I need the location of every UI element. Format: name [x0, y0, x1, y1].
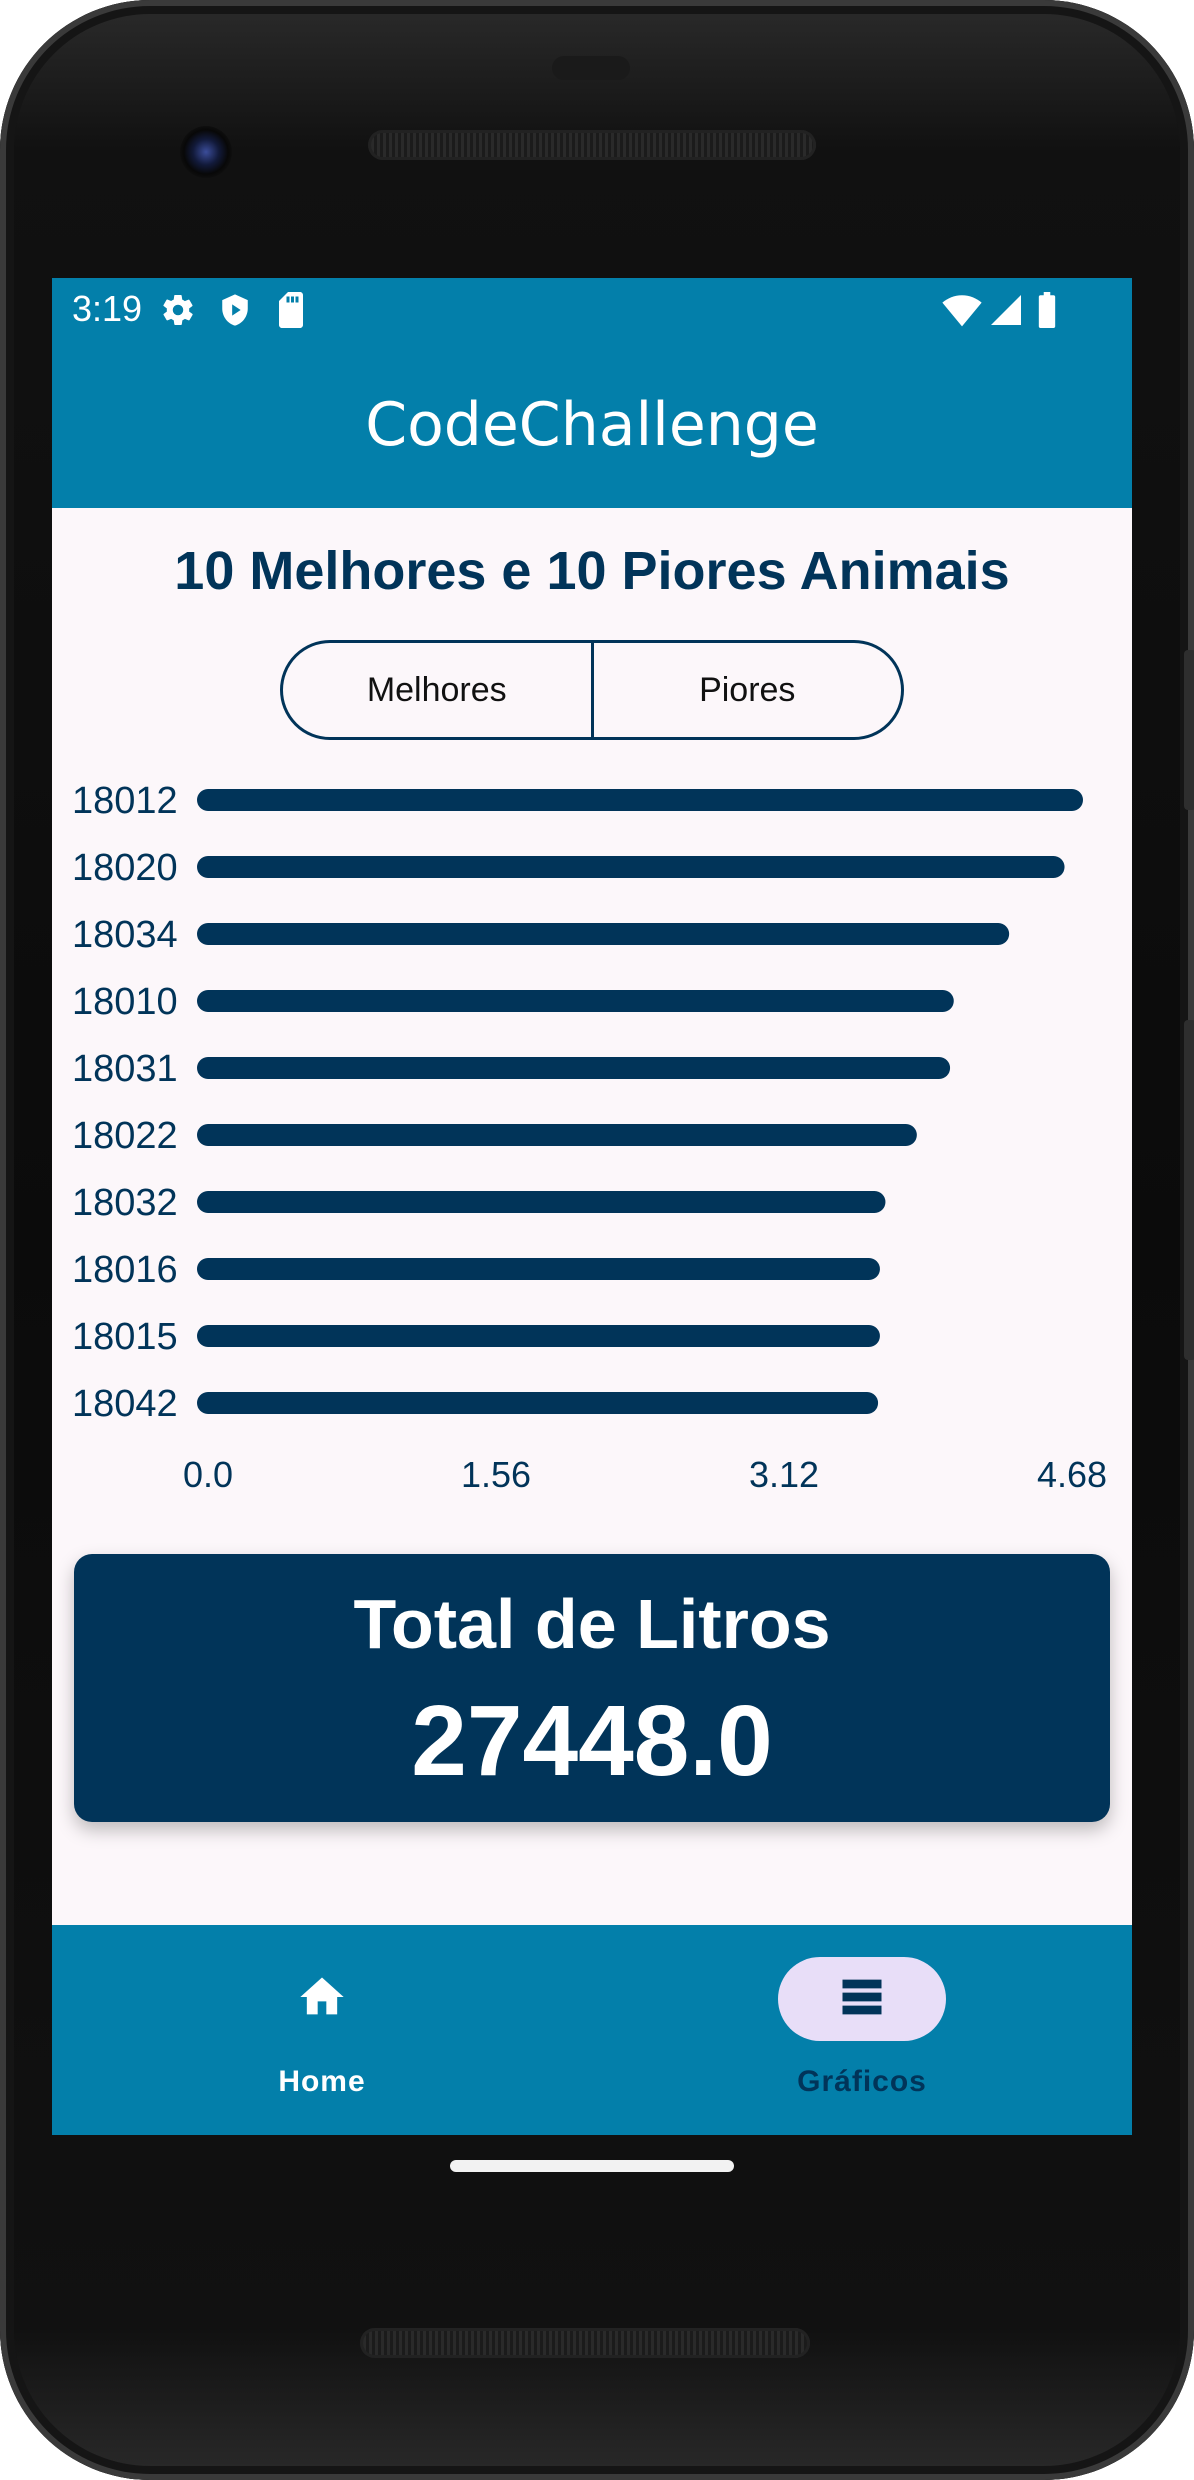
home-icon [296, 1971, 348, 2028]
gear-icon [160, 292, 196, 337]
nav-item-home[interactable]: Home [52, 1925, 592, 2135]
volume-button [1184, 1020, 1194, 1360]
total-card: Total de Litros 27448.0 [74, 1554, 1110, 1822]
bar-category-label: 18016 [72, 1249, 178, 1291]
nav-label-home: Home [278, 2065, 366, 2098]
x-tick-label: 1.56 [461, 1454, 531, 1495]
status-bar: 3:19 [52, 278, 1132, 342]
bar-category-label: 18022 [72, 1115, 178, 1157]
bar-chart: 18012 18020 18034 18010 18031 18022 18032 18016… [72, 780, 1107, 1495]
nav-item-graficos[interactable]: Gráficos [592, 1925, 1132, 2135]
status-time: 3:19 [72, 288, 143, 329]
nav-label-graficos: Gráficos [797, 2065, 927, 2098]
bar-category-label: 18042 [72, 1383, 178, 1425]
total-value: 27448.0 [411, 1685, 773, 1797]
bar-category-label: 18020 [72, 847, 178, 889]
bar-category-label: 18032 [72, 1182, 178, 1224]
power-button [1184, 650, 1194, 810]
x-tick-label: 0.0 [183, 1454, 233, 1495]
sd-card-icon [276, 292, 306, 337]
proximity-sensor [552, 56, 630, 80]
gesture-home-bar[interactable] [450, 2160, 734, 2172]
wifi-icon [942, 292, 982, 337]
bar-category-label: 18015 [72, 1316, 178, 1358]
bar-category-label: 18010 [72, 981, 178, 1023]
segmented-control: Melhores Piores [280, 640, 904, 740]
top-app-bar: CodeChallenge [52, 342, 1132, 508]
app-screen: 3:19 CodeChallenge 10 Melhores e 10 Pior… [52, 278, 1132, 2135]
earpiece-speaker [368, 130, 816, 160]
bar-category-label: 18034 [72, 914, 178, 956]
nav-indicator-home [238, 1957, 406, 2041]
list-icon [836, 1971, 888, 2028]
app-title: CodeChallenge [365, 390, 819, 460]
chart-title: 10 Melhores e 10 Piores Animais [174, 541, 1010, 601]
x-tick-label: 4.68 [1037, 1454, 1107, 1495]
segment-melhores[interactable]: Melhores [283, 643, 591, 737]
bottom-speaker [360, 2328, 810, 2358]
bar-category-label: 18031 [72, 1048, 178, 1090]
segment-piores[interactable]: Piores [590, 643, 902, 737]
front-camera [180, 126, 232, 178]
bottom-navigation: Home Gráficos [52, 1925, 1132, 2135]
x-tick-label: 3.12 [749, 1454, 819, 1495]
cell-signal-icon [988, 292, 1024, 337]
total-label: Total de Litros [353, 1585, 831, 1663]
bar-category-label: 18012 [72, 780, 178, 822]
nav-indicator-graficos [778, 1957, 946, 2041]
battery-icon [1036, 292, 1058, 337]
phone-frame: 3:19 CodeChallenge 10 Melhores e 10 Pior… [0, 0, 1194, 2480]
shield-icon [218, 292, 252, 337]
